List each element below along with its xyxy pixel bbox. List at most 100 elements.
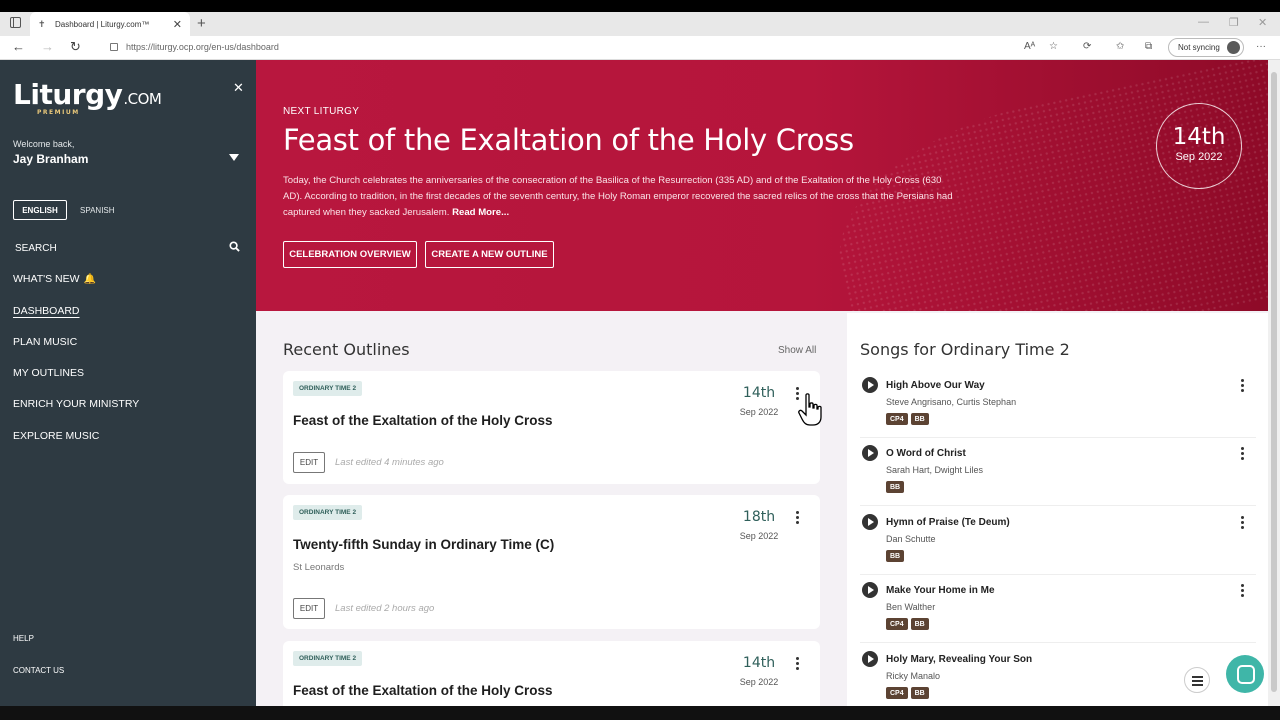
- page-scrollbar[interactable]: [1268, 60, 1280, 706]
- badge-bb: BB: [886, 550, 905, 562]
- sidebar-search[interactable]: SEARCH: [15, 243, 57, 254]
- lang-english-button[interactable]: ENGLISH: [13, 200, 67, 220]
- outline-card[interactable]: ORDINARY TIME 2 Feast of the Exaltation …: [283, 641, 820, 706]
- songs-panel: Songs for Ordinary Time 2 High Above Our…: [847, 313, 1268, 706]
- close-sidebar-icon[interactable]: ✕: [233, 80, 244, 96]
- restore-icon[interactable]: ❐: [1229, 16, 1239, 29]
- song-title[interactable]: Holy Mary, Revealing Your Son: [886, 654, 1032, 665]
- favorites-bar-icon[interactable]: ✩: [1116, 41, 1124, 52]
- user-menu-caret-icon[interactable]: [229, 154, 239, 161]
- outline-location: St Leonards: [293, 562, 345, 573]
- browser-tab[interactable]: ✝ Dashboard | Liturgy.com™ ✕: [30, 12, 190, 36]
- bell-icon: 🔔: [83, 274, 97, 285]
- forward-icon[interactable]: →: [41, 39, 54, 54]
- back-icon[interactable]: ←: [12, 39, 25, 54]
- badge-cp4: CP4: [886, 687, 908, 699]
- song-menu-icon[interactable]: [1241, 379, 1245, 393]
- outline-card[interactable]: ORDINARY TIME 2 Feast of the Exaltation …: [283, 371, 820, 484]
- season-tag: ORDINARY TIME 2: [293, 651, 363, 666]
- list-view-button[interactable]: [1184, 667, 1210, 693]
- play-icon[interactable]: [862, 514, 878, 530]
- song-item[interactable]: Hymn of Praise (Te Deum) Dan Schutte BB: [860, 514, 1256, 575]
- close-window-icon[interactable]: ✕: [1258, 16, 1267, 29]
- play-icon[interactable]: [862, 651, 878, 667]
- song-artist: Ben Walther: [886, 602, 936, 612]
- song-title[interactable]: Make Your Home in Me: [886, 585, 995, 596]
- read-more-link[interactable]: Read More...: [452, 207, 509, 218]
- play-icon[interactable]: [862, 445, 878, 461]
- liturgy-logo[interactable]: Liturgy.COM PREMIUM: [13, 78, 162, 116]
- new-tab-icon[interactable]: +: [197, 15, 206, 32]
- badge-bb: BB: [886, 481, 905, 493]
- song-badges: CP4 BB: [886, 687, 929, 699]
- chat-help-button[interactable]: [1226, 655, 1264, 693]
- recent-outlines-heading: Recent Outlines: [283, 340, 410, 359]
- read-aloud-icon[interactable]: Aᴬ: [1024, 41, 1035, 52]
- outline-month: Sep 2022: [739, 407, 779, 417]
- help-link[interactable]: HELP: [13, 634, 34, 643]
- screen-bottom-bezel: [0, 706, 1280, 720]
- badge-bb: BB: [910, 413, 929, 425]
- song-title[interactable]: O Word of Christ: [886, 448, 966, 459]
- edit-button[interactable]: EDIT: [293, 598, 325, 619]
- song-item[interactable]: High Above Our Way Steve Angrisano, Curt…: [860, 377, 1256, 438]
- lang-spanish-button[interactable]: SPANISH: [80, 206, 115, 215]
- song-badges: CP4 BB: [886, 413, 929, 425]
- more-options-icon[interactable]: ···: [1256, 41, 1266, 52]
- minimize-icon[interactable]: —: [1198, 16, 1209, 28]
- close-tab-icon[interactable]: ✕: [173, 18, 182, 31]
- song-menu-icon[interactable]: [1241, 584, 1245, 598]
- show-all-link[interactable]: Show All: [778, 345, 816, 356]
- celebration-overview-button[interactable]: CELEBRATION OVERVIEW: [283, 241, 417, 268]
- sync-label: Not syncing: [1178, 43, 1220, 52]
- play-icon[interactable]: [862, 582, 878, 598]
- outline-title[interactable]: Feast of the Exaltation of the Holy Cros…: [293, 413, 553, 428]
- nav-dashboard[interactable]: DASHBOARD: [13, 305, 80, 317]
- nav-enrich-ministry[interactable]: ENRICH YOUR MINISTRY: [13, 398, 139, 410]
- song-menu-icon[interactable]: [1241, 447, 1245, 461]
- collections-icon[interactable]: ⧉: [1145, 41, 1152, 52]
- outline-day: 18th: [742, 509, 776, 525]
- song-badges: BB: [886, 550, 905, 562]
- song-title[interactable]: Hymn of Praise (Te Deum): [886, 517, 1010, 528]
- song-menu-icon[interactable]: [1241, 516, 1245, 530]
- outline-menu-icon[interactable]: [796, 657, 800, 671]
- badge-bb: BB: [910, 687, 929, 699]
- song-item[interactable]: O Word of Christ Sarah Hart, Dwight Lile…: [860, 445, 1256, 506]
- nav-explore-music[interactable]: EXPLORE MUSIC: [13, 430, 99, 442]
- song-artist: Dan Schutte: [886, 534, 936, 544]
- nav-my-outlines[interactable]: MY OUTLINES: [13, 367, 84, 379]
- search-icon[interactable]: [229, 241, 240, 252]
- song-title[interactable]: High Above Our Way: [886, 380, 985, 391]
- logo-suffix: .COM: [123, 90, 162, 108]
- last-edited: Last edited 2 hours ago: [335, 603, 435, 614]
- hero-description-text: Today, the Church celebrates the anniver…: [283, 175, 953, 218]
- outline-day: 14th: [742, 655, 776, 671]
- create-outline-button[interactable]: CREATE A NEW OUTLINE: [425, 241, 554, 268]
- song-artist: Sarah Hart, Dwight Liles: [886, 465, 984, 475]
- nav-plan-music[interactable]: PLAN MUSIC: [13, 336, 77, 348]
- user-name[interactable]: Jay Branham: [13, 152, 88, 166]
- sync-button[interactable]: Not syncing: [1168, 38, 1244, 57]
- edit-button[interactable]: EDIT: [293, 452, 325, 473]
- song-item[interactable]: Make Your Home in Me Ben Walther CP4 BB: [860, 582, 1256, 643]
- outline-title[interactable]: Twenty-fifth Sunday in Ordinary Time (C): [293, 537, 554, 552]
- song-badges: BB: [886, 481, 905, 493]
- scrollbar-thumb[interactable]: [1271, 72, 1277, 692]
- nav-whats-new[interactable]: WHAT'S NEW 🔔: [13, 273, 96, 285]
- outline-card[interactable]: ORDINARY TIME 2 Twenty-fifth Sunday in O…: [283, 495, 820, 629]
- outline-menu-icon[interactable]: [796, 511, 800, 525]
- refresh-icon[interactable]: ↻: [70, 39, 81, 55]
- url-field[interactable]: https://liturgy.ocp.org/en-us/dashboard: [110, 42, 279, 52]
- play-icon[interactable]: [862, 377, 878, 393]
- tab-actions-icon[interactable]: [10, 17, 21, 28]
- address-bar: ← → ↻ https://liturgy.ocp.org/en-us/dash…: [0, 36, 1280, 60]
- profile-avatar: [1227, 41, 1240, 54]
- lock-icon: [110, 43, 118, 51]
- favorite-icon[interactable]: ☆: [1049, 41, 1058, 52]
- screen-top-bezel: [0, 0, 1280, 12]
- outline-title[interactable]: Feast of the Exaltation of the Holy Cros…: [293, 683, 553, 698]
- contact-link[interactable]: CONTACT US: [13, 666, 64, 675]
- extensions-icon[interactable]: ⟳: [1083, 41, 1091, 52]
- main-content: NEXT LITURGY Feast of the Exaltation of …: [256, 60, 1268, 706]
